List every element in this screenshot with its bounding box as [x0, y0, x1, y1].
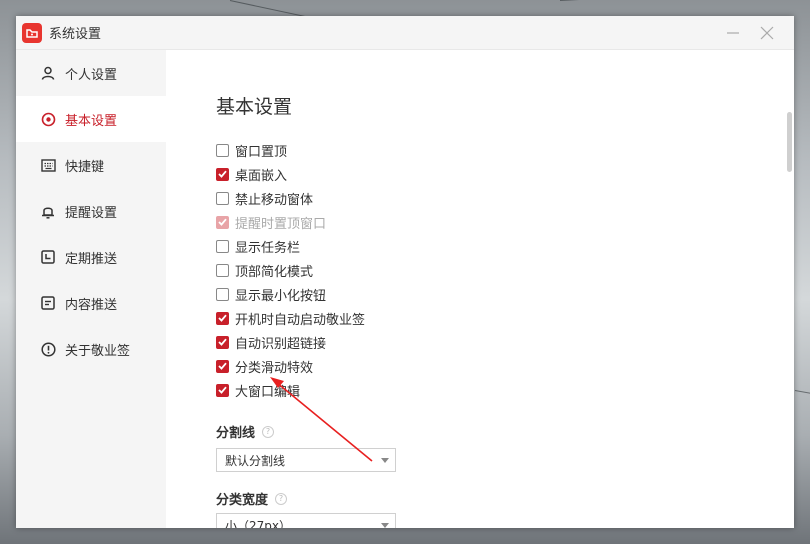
checkbox[interactable]	[216, 167, 229, 181]
sidebar-item-shortcuts[interactable]: 快捷键	[16, 142, 166, 188]
settings-window: 系统设置 个人设置 基本设置 快捷键 提醒设置 定期推送 内容推送 关于敬业签 …	[16, 16, 794, 528]
sidebar-item-label: 关于敬业签	[65, 343, 131, 359]
option-row[interactable]: 自动识别超链接	[216, 330, 365, 354]
schedule-icon	[40, 249, 56, 265]
option-row[interactable]: 开机时自动启动敬业签	[216, 306, 365, 330]
sidebar-item-label: 个人设置	[65, 67, 118, 83]
minimize-button[interactable]	[722, 22, 744, 44]
check-icon	[218, 170, 227, 178]
keyboard-icon	[40, 157, 56, 173]
scrollbar-thumb[interactable]	[787, 112, 792, 172]
close-button[interactable]	[756, 22, 778, 44]
check-icon	[218, 314, 227, 322]
option-label: 开机时自动启动敬业签	[235, 312, 366, 328]
option-row[interactable]: 桌面嵌入	[216, 162, 365, 186]
width-section-label: 分类宽度 ?	[216, 489, 288, 508]
option-label: 大窗口编辑	[235, 384, 301, 400]
page-title: 基本设置	[216, 96, 293, 118]
bell-icon	[40, 203, 56, 219]
minimize-icon	[727, 32, 739, 34]
window-title: 系统设置	[49, 27, 102, 42]
option-label: 显示最小化按钮	[235, 288, 327, 304]
option-label: 桌面嵌入	[235, 168, 288, 184]
width-select-value: 小（27px）	[225, 518, 291, 529]
checkbox	[216, 215, 229, 229]
option-row[interactable]: 显示任务栏	[216, 234, 365, 258]
sidebar-item-label: 快捷键	[65, 159, 105, 175]
divider-section-label: 分割线 ?	[216, 422, 275, 441]
option-label: 分类滑动特效	[235, 360, 314, 376]
sidebar-item-reminders[interactable]: 提醒设置	[16, 188, 166, 234]
option-row: 提醒时置顶窗口	[216, 210, 365, 234]
help-icon[interactable]: ?	[275, 492, 288, 505]
info-icon	[40, 341, 56, 357]
option-row[interactable]: 禁止移动窗体	[216, 186, 365, 210]
option-label: 禁止移动窗体	[235, 192, 314, 208]
divider-select-value: 默认分割线	[225, 453, 286, 468]
check-icon	[218, 362, 227, 370]
sidebar-item-basic[interactable]: 基本设置	[16, 96, 166, 142]
checkbox[interactable]	[216, 287, 229, 301]
settings-icon	[40, 111, 56, 127]
sidebar: 个人设置 基本设置 快捷键 提醒设置 定期推送 内容推送 关于敬业签	[16, 50, 166, 528]
user-icon	[40, 65, 56, 81]
option-row[interactable]: 顶部简化模式	[216, 258, 365, 282]
sidebar-item-label: 内容推送	[65, 297, 118, 313]
checkbox[interactable]	[216, 311, 229, 325]
help-icon[interactable]: ?	[262, 425, 275, 438]
checkbox[interactable]	[216, 359, 229, 373]
sidebar-item-scheduled-push[interactable]: 定期推送	[16, 234, 166, 280]
option-label: 提醒时置顶窗口	[235, 216, 327, 232]
sidebar-item-label: 基本设置	[65, 113, 118, 129]
options-list: 窗口置顶桌面嵌入禁止移动窗体 提醒时置顶窗口 显示任务栏顶部简化模式 显示最小化按钮开…	[216, 138, 365, 402]
sidebar-item-about[interactable]: 关于敬业签	[16, 326, 166, 372]
checkbox[interactable]	[216, 335, 229, 349]
app-logo-icon	[22, 22, 42, 43]
chevron-down-icon	[381, 458, 389, 463]
sidebar-item-content-push[interactable]: 内容推送	[16, 280, 166, 326]
checkbox[interactable]	[216, 143, 229, 157]
scrollbar[interactable]	[782, 50, 794, 528]
option-row[interactable]: 分类滑动特效	[216, 354, 365, 378]
sidebar-item-label: 定期推送	[65, 251, 118, 267]
document-icon	[40, 295, 56, 311]
sidebar-item-personal[interactable]: 个人设置	[16, 50, 166, 96]
title-bar: 系统设置	[16, 16, 794, 50]
option-row[interactable]: 大窗口编辑	[216, 378, 365, 402]
option-label: 窗口置顶	[235, 144, 288, 160]
width-select[interactable]: 小（27px）	[216, 513, 396, 528]
background-wire	[794, 390, 810, 395]
option-row[interactable]: 显示最小化按钮	[216, 282, 365, 306]
checkbox[interactable]	[216, 191, 229, 205]
sidebar-item-label: 提醒设置	[65, 205, 118, 221]
check-icon	[218, 386, 227, 394]
checkbox[interactable]	[216, 263, 229, 277]
chevron-down-icon	[381, 523, 389, 528]
settings-content: 基本设置 窗口置顶桌面嵌入禁止移动窗体 提醒时置顶窗口 显示任务栏顶部简化模式 显示最…	[166, 50, 794, 528]
divider-select[interactable]: 默认分割线	[216, 448, 396, 472]
option-label: 顶部简化模式	[235, 264, 314, 280]
checkbox[interactable]	[216, 239, 229, 253]
width-label-text: 分类宽度	[216, 493, 269, 508]
option-label: 显示任务栏	[235, 240, 301, 256]
divider-label-text: 分割线	[216, 426, 256, 441]
background-wire	[559, 0, 700, 1]
checkbox[interactable]	[216, 383, 229, 397]
option-row[interactable]: 窗口置顶	[216, 138, 365, 162]
check-icon	[218, 218, 227, 226]
close-icon	[760, 26, 774, 40]
option-label: 自动识别超链接	[235, 336, 327, 352]
check-icon	[218, 338, 227, 346]
